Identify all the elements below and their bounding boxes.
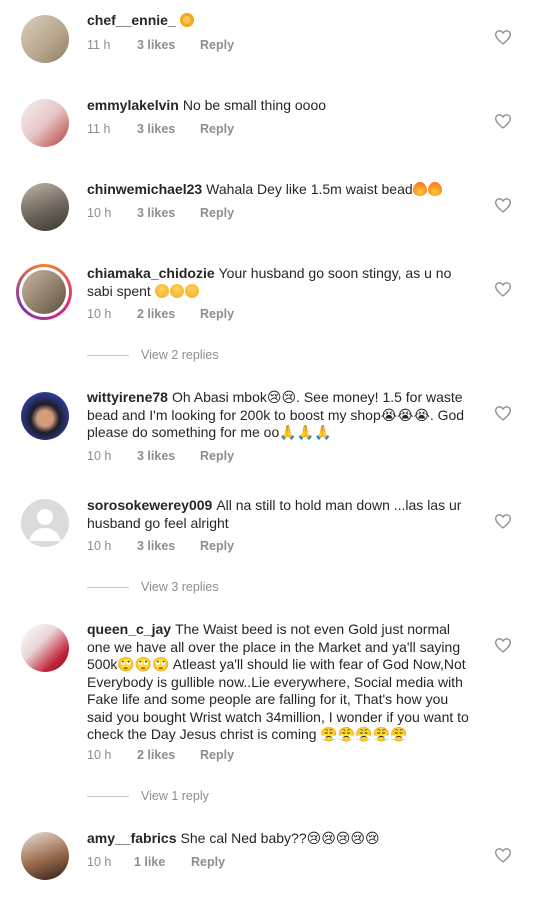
comment-meta: 10 h 3 likes Reply	[87, 539, 234, 553]
avatar[interactable]	[21, 15, 69, 63]
comment-likes[interactable]: 3 likes	[137, 38, 200, 52]
comment-time: 11 h	[87, 122, 111, 136]
like-heart-icon[interactable]	[494, 29, 512, 45]
comment-time: 10 h	[87, 855, 112, 869]
comment-text: Wahala Dey like 1.5m waist bead	[206, 181, 413, 197]
reply-button[interactable]: Reply	[200, 122, 234, 136]
comment-username[interactable]: sorosokewerey009	[87, 497, 212, 513]
reply-button[interactable]: Reply	[200, 449, 234, 463]
comment-likes[interactable]: 3 likes	[137, 206, 200, 220]
laughing-emoji	[169, 283, 184, 298]
avatar[interactable]	[21, 99, 69, 147]
comment-text: She cal Ned baby??😢😢😢😢😢	[180, 830, 380, 846]
like-heart-icon[interactable]	[494, 197, 512, 213]
laughing-emoji	[154, 283, 169, 298]
comment-time: 11 h	[87, 38, 111, 52]
view-replies-button[interactable]: View 3 replies	[87, 580, 219, 594]
reply-button[interactable]: Reply	[200, 307, 234, 321]
laughing-emoji	[184, 283, 199, 298]
view-replies-button[interactable]: View 2 replies	[87, 348, 219, 362]
like-heart-icon[interactable]	[494, 637, 512, 653]
comment-time: 10 h	[87, 539, 112, 553]
avatar[interactable]	[21, 392, 69, 440]
comment-time: 10 h	[87, 748, 112, 762]
avatar-with-story-ring[interactable]	[16, 264, 72, 320]
comment-meta: 10 h 2 likes Reply	[87, 307, 234, 321]
like-heart-icon[interactable]	[494, 847, 512, 863]
avatar	[22, 270, 66, 314]
fire-emoji	[427, 182, 442, 196]
view-replies-label[interactable]: View 1 reply	[141, 789, 209, 803]
replies-divider	[87, 795, 129, 797]
comment-meta: 11 h 3 likes Reply	[87, 38, 234, 52]
comment-likes[interactable]: 3 likes	[137, 449, 200, 463]
comment-username[interactable]: emmylakelvin	[87, 97, 179, 113]
replies-divider	[87, 586, 129, 588]
comment-meta: 10 h 2 likes Reply	[87, 748, 234, 762]
reply-button[interactable]: Reply	[191, 855, 225, 869]
comment-time: 10 h	[87, 206, 112, 220]
comment-body: wittyirene78 Oh Abasi mbok😢😢. See money! …	[87, 389, 477, 442]
comment-username[interactable]: amy__fabrics	[87, 830, 177, 846]
comment-username[interactable]: chiamaka_chidozie	[87, 265, 215, 281]
comment-username[interactable]: chinwemichael23	[87, 181, 202, 197]
like-heart-icon[interactable]	[494, 113, 512, 129]
comment-meta: 10 h 1 like Reply	[87, 855, 225, 869]
avatar[interactable]	[21, 183, 69, 231]
heart-eyes-emoji	[179, 13, 194, 27]
comment-likes[interactable]: 1 like	[134, 855, 191, 869]
avatar[interactable]	[21, 624, 69, 672]
comment-likes[interactable]: 2 likes	[137, 307, 200, 321]
comment-body: amy__fabrics She cal Ned baby??😢😢😢😢😢	[87, 830, 477, 848]
comment-likes[interactable]: 3 likes	[137, 539, 200, 553]
avatar[interactable]	[21, 499, 69, 547]
reply-button[interactable]: Reply	[200, 539, 234, 553]
view-replies-label[interactable]: View 2 replies	[141, 348, 219, 362]
view-replies-button[interactable]: View 1 reply	[87, 789, 209, 803]
comment-body: sorosokewerey009 All na still to hold man…	[87, 497, 477, 532]
comment-username[interactable]: wittyirene78	[87, 389, 168, 405]
comment-text: The Waist beed is not even Gold just nor…	[87, 621, 469, 742]
reply-button[interactable]: Reply	[200, 38, 234, 52]
comment-likes[interactable]: 2 likes	[137, 748, 200, 762]
like-heart-icon[interactable]	[494, 513, 512, 529]
comment-body: emmylakelvin No be small thing oooo	[87, 97, 477, 115]
like-heart-icon[interactable]	[494, 281, 512, 297]
avatar[interactable]	[21, 832, 69, 880]
comment-likes[interactable]: 3 likes	[137, 122, 200, 136]
comment-body: queen_c_jay The Waist beed is not even Go…	[87, 621, 477, 744]
comment-username[interactable]: chef__ennie_	[87, 12, 176, 28]
comment-meta: 11 h 3 likes Reply	[87, 122, 234, 136]
replies-divider	[87, 354, 129, 356]
comment-username[interactable]: queen_c_jay	[87, 621, 171, 637]
comment-body: chinwemichael23 Wahala Dey like 1.5m wais…	[87, 181, 477, 199]
comment-time: 10 h	[87, 307, 112, 321]
reply-button[interactable]: Reply	[200, 748, 234, 762]
default-user-icon	[29, 509, 61, 541]
fire-emoji	[412, 182, 427, 196]
reply-button[interactable]: Reply	[200, 206, 234, 220]
like-heart-icon[interactable]	[494, 405, 512, 421]
comment-time: 10 h	[87, 449, 112, 463]
comment-body: chef__ennie_	[87, 12, 477, 30]
comment-body: chiamaka_chidozie Your husband go soon st…	[87, 265, 477, 300]
comment-meta: 10 h 3 likes Reply	[87, 206, 234, 220]
comment-text: No be small thing oooo	[182, 97, 327, 113]
comment-meta: 10 h 3 likes Reply	[87, 449, 234, 463]
view-replies-label[interactable]: View 3 replies	[141, 580, 219, 594]
